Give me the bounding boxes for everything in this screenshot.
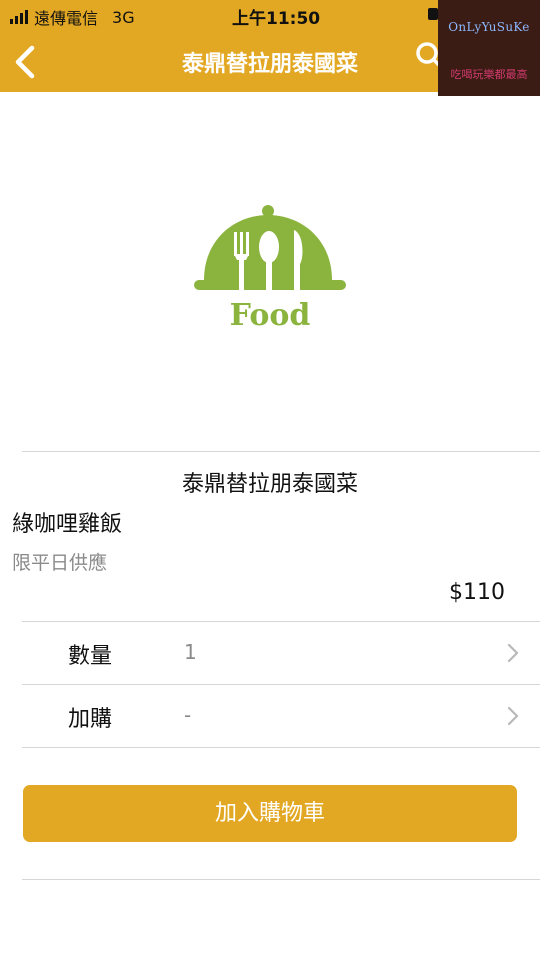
status-left: 遠傳電信 3G (10, 5, 135, 29)
chevron-right-icon (507, 643, 519, 663)
quantity-label: 數量 (68, 644, 113, 669)
quantity-row[interactable]: 數量 1 (22, 622, 540, 684)
item-note: 限平日供應 (12, 552, 108, 574)
network-label: 3G (112, 7, 135, 27)
divider (22, 451, 540, 452)
addon-label: 加購 (68, 707, 113, 732)
watermark-line1: OnLyYuSuKe (448, 20, 530, 34)
addon-value: - (184, 703, 192, 727)
watermark-line2: 吃喝玩樂都最高 (450, 68, 528, 81)
chevron-right-icon (507, 706, 519, 726)
quantity-value: 1 (184, 640, 197, 664)
add-to-cart-button[interactable]: 加入購物車 (23, 785, 517, 842)
food-logo: Food (190, 200, 350, 340)
status-time: 上午11:50 (232, 9, 321, 29)
page-title: 泰鼎替拉朋泰國菜 (181, 52, 358, 77)
logo-text: Food (229, 298, 311, 333)
divider (22, 747, 540, 748)
item-name: 綠咖哩雞飯 (12, 512, 123, 537)
divider (22, 879, 540, 880)
store-name: 泰鼎替拉朋泰國菜 (181, 472, 358, 497)
back-button[interactable] (12, 44, 42, 80)
carrier-label: 遠傳電信 (34, 9, 99, 28)
item-price: $110 (449, 580, 505, 605)
addon-row[interactable]: 加購 - (22, 685, 540, 747)
chevron-left-icon (15, 45, 35, 79)
location-icon (428, 8, 438, 20)
watermark: OnLyYuSuKe 吃喝玩樂都最高 (438, 0, 540, 96)
signal-icon (10, 10, 28, 24)
